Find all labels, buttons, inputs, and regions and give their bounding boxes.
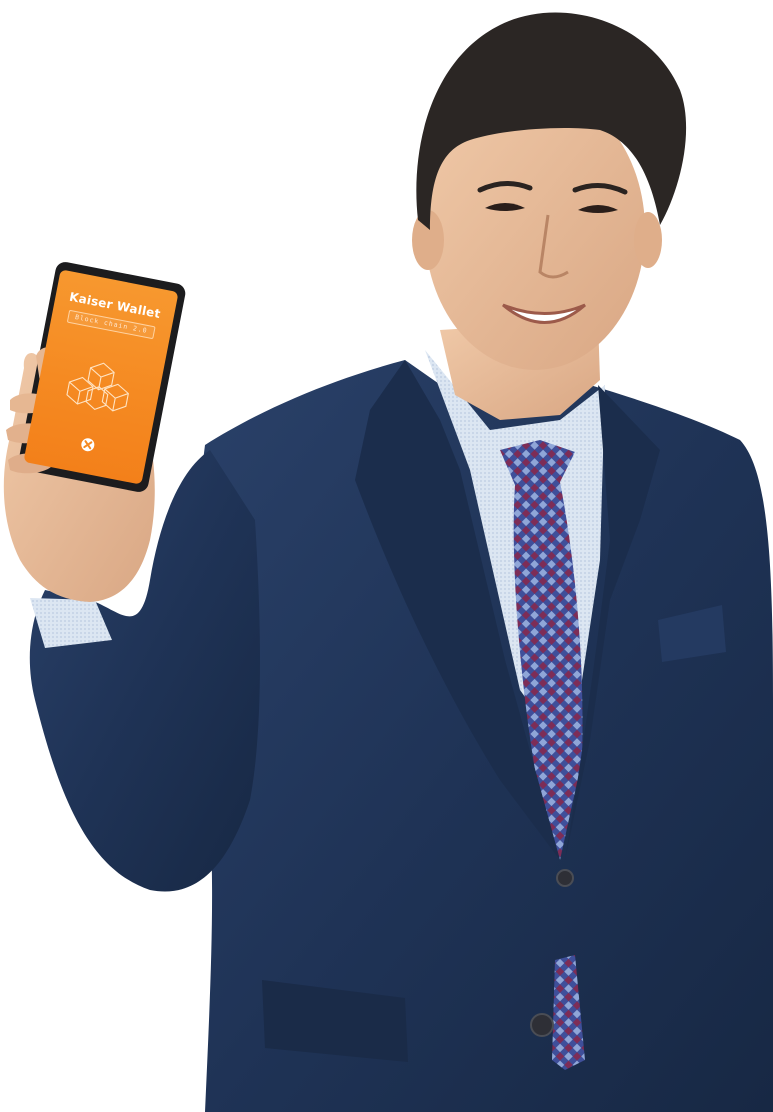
photo-scene: Kaiser Wallet Block chain 2.0 (0, 0, 773, 1112)
kaiser-x-logo-icon (81, 438, 95, 452)
blockchain-cubes-icon (66, 362, 129, 412)
man-in-suit-photo (3, 12, 773, 1112)
